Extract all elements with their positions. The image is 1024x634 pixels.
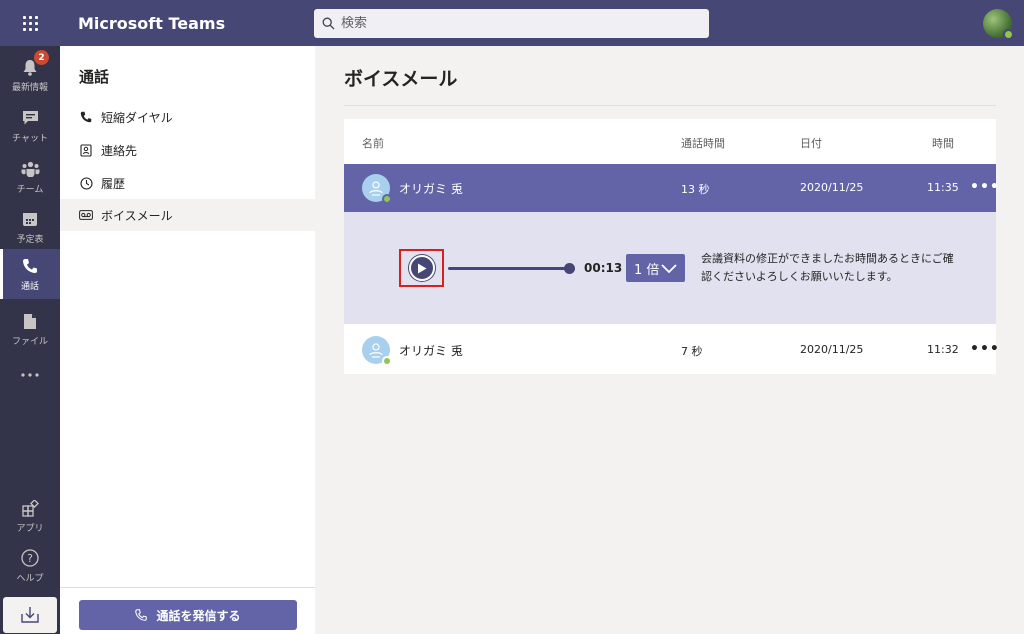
- chevron-down-icon: [661, 263, 677, 273]
- download-app-button[interactable]: [3, 597, 57, 633]
- column-header-duration[interactable]: 通話時間: [681, 135, 725, 151]
- presence-available-icon: [1003, 29, 1014, 40]
- progress-track[interactable]: [448, 267, 571, 270]
- search-input[interactable]: [341, 16, 691, 31]
- play-highlight: [399, 249, 444, 287]
- rail-item-more-apps[interactable]: [0, 351, 60, 401]
- chat-icon: [20, 108, 40, 128]
- nav-item-label: 履歴: [101, 176, 126, 191]
- contact-name: オリガミ 兎: [399, 344, 463, 358]
- call-date: 2020/11/25: [800, 343, 864, 356]
- nav-item-label: ボイスメール: [101, 208, 173, 223]
- rail-label: ファイル: [11, 337, 48, 347]
- app-title: Microsoft Teams: [78, 13, 226, 33]
- call-date: 2020/11/25: [800, 181, 864, 194]
- play-icon: [417, 263, 426, 273]
- waffle-icon: [22, 15, 38, 31]
- bell-icon: 2: [20, 50, 49, 77]
- search-box[interactable]: [314, 9, 709, 38]
- panel-title: 通話: [79, 68, 110, 86]
- nav-item-speed-dial[interactable]: 短縮ダイヤル: [60, 101, 315, 133]
- voicemail-row[interactable]: オリガミ 兎 13 秒 2020/11/25 11:35 •••: [344, 164, 999, 212]
- more-options-icon[interactable]: •••: [970, 341, 1000, 357]
- notification-badge: 2: [34, 50, 49, 65]
- panel-footer: 通話を発信する: [60, 587, 315, 634]
- help-icon: ?: [20, 548, 40, 568]
- rail-label: 予定表: [16, 235, 44, 245]
- top-bar: Microsoft Teams: [0, 0, 1024, 46]
- contact-avatar: [362, 336, 392, 366]
- page-title: ボイスメール: [344, 68, 458, 90]
- apps-icon: [20, 498, 40, 518]
- playback-speed-label: 1 倍: [634, 262, 660, 278]
- call-duration: 13 秒: [681, 183, 710, 196]
- more-options-icon[interactable]: •••: [970, 179, 1000, 195]
- nav-item-label: 連絡先: [101, 143, 138, 158]
- nav-item-label: 短縮ダイヤル: [101, 110, 173, 125]
- rail-item-teams[interactable]: チーム: [0, 152, 60, 202]
- column-header-date[interactable]: 日付: [800, 135, 822, 151]
- playback-duration: 00:13: [584, 261, 623, 275]
- app-launcher-button[interactable]: [0, 0, 60, 46]
- rail-item-activity[interactable]: 2 最新情報: [0, 50, 60, 100]
- rail-item-apps[interactable]: アプリ: [0, 491, 60, 541]
- rail-item-calendar[interactable]: 予定表: [0, 202, 60, 252]
- phone-icon: [20, 256, 40, 276]
- rail-item-calls[interactable]: 通話: [0, 249, 60, 299]
- rail-item-files[interactable]: ファイル: [0, 304, 60, 354]
- app-rail: 2 最新情報 チャット チーム 予定表 通話 ファイル アプリ ? ヘルプ: [0, 46, 60, 634]
- progress-thumb[interactable]: [564, 263, 575, 274]
- call-time: 11:32: [927, 343, 959, 356]
- file-icon: [20, 311, 40, 331]
- download-icon: [21, 607, 39, 623]
- user-avatar[interactable]: [983, 9, 1014, 40]
- voicemail-icon: [79, 208, 93, 222]
- rail-label: 通話: [20, 282, 39, 292]
- rail-label: ヘルプ: [16, 574, 44, 584]
- rail-label: チャット: [12, 134, 48, 144]
- rail-label: 最新情報: [11, 83, 48, 93]
- voicemail-player: 00:13 1 倍 会議資料の修正ができましたお時間あるときにご確認くださいよろ…: [344, 212, 996, 324]
- more-apps-icon: [20, 365, 40, 385]
- nav-item-history[interactable]: 履歴: [60, 167, 315, 199]
- contact-avatar: [362, 174, 392, 204]
- voicemail-row[interactable]: オリガミ 兎 7 秒 2020/11/25 11:32 •••: [344, 326, 999, 374]
- call-duration: 7 秒: [681, 345, 703, 358]
- presence-available-icon: [382, 356, 392, 366]
- play-button[interactable]: [408, 255, 435, 281]
- contact-name: オリガミ 兎: [399, 182, 463, 196]
- rail-item-help[interactable]: ? ヘルプ: [0, 541, 60, 591]
- voicemail-list: 名前 通話時間 日付 時間 オリガミ 兎 13 秒 2020/11/25 11:…: [344, 119, 999, 374]
- calendar-icon: [20, 209, 40, 229]
- person-icon: [369, 181, 383, 196]
- teams-icon: [20, 159, 40, 179]
- make-call-button[interactable]: 通話を発信する: [79, 600, 297, 630]
- column-header-name[interactable]: 名前: [362, 135, 384, 151]
- contacts-icon: [79, 143, 93, 157]
- call-time: 11:35: [927, 181, 959, 194]
- clock-icon: [79, 176, 93, 190]
- nav-item-contacts[interactable]: 連絡先: [60, 134, 315, 166]
- search-icon: [322, 17, 335, 30]
- presence-available-icon: [382, 194, 392, 204]
- rail-label: チーム: [16, 185, 44, 195]
- rail-item-chat[interactable]: チャット: [0, 101, 60, 151]
- divider: [344, 105, 996, 106]
- person-icon: [369, 343, 383, 358]
- svg-text:?: ?: [27, 552, 33, 565]
- column-header-time[interactable]: 時間: [932, 135, 954, 151]
- make-call-label: 通話を発信する: [156, 608, 241, 623]
- voicemail-transcript: 会議資料の修正ができましたお時間あるときにご確認くださいよろしくお願いいたします…: [701, 252, 954, 283]
- calls-panel: 通話 短縮ダイヤル 連絡先 履歴 ボイスメール 通話を発信する: [60, 46, 315, 634]
- playback-speed-button[interactable]: 1 倍: [626, 254, 685, 282]
- phone-icon: [79, 110, 93, 124]
- nav-item-voicemail[interactable]: ボイスメール: [60, 199, 315, 231]
- rail-label: アプリ: [16, 524, 44, 534]
- phone-icon: [135, 609, 148, 621]
